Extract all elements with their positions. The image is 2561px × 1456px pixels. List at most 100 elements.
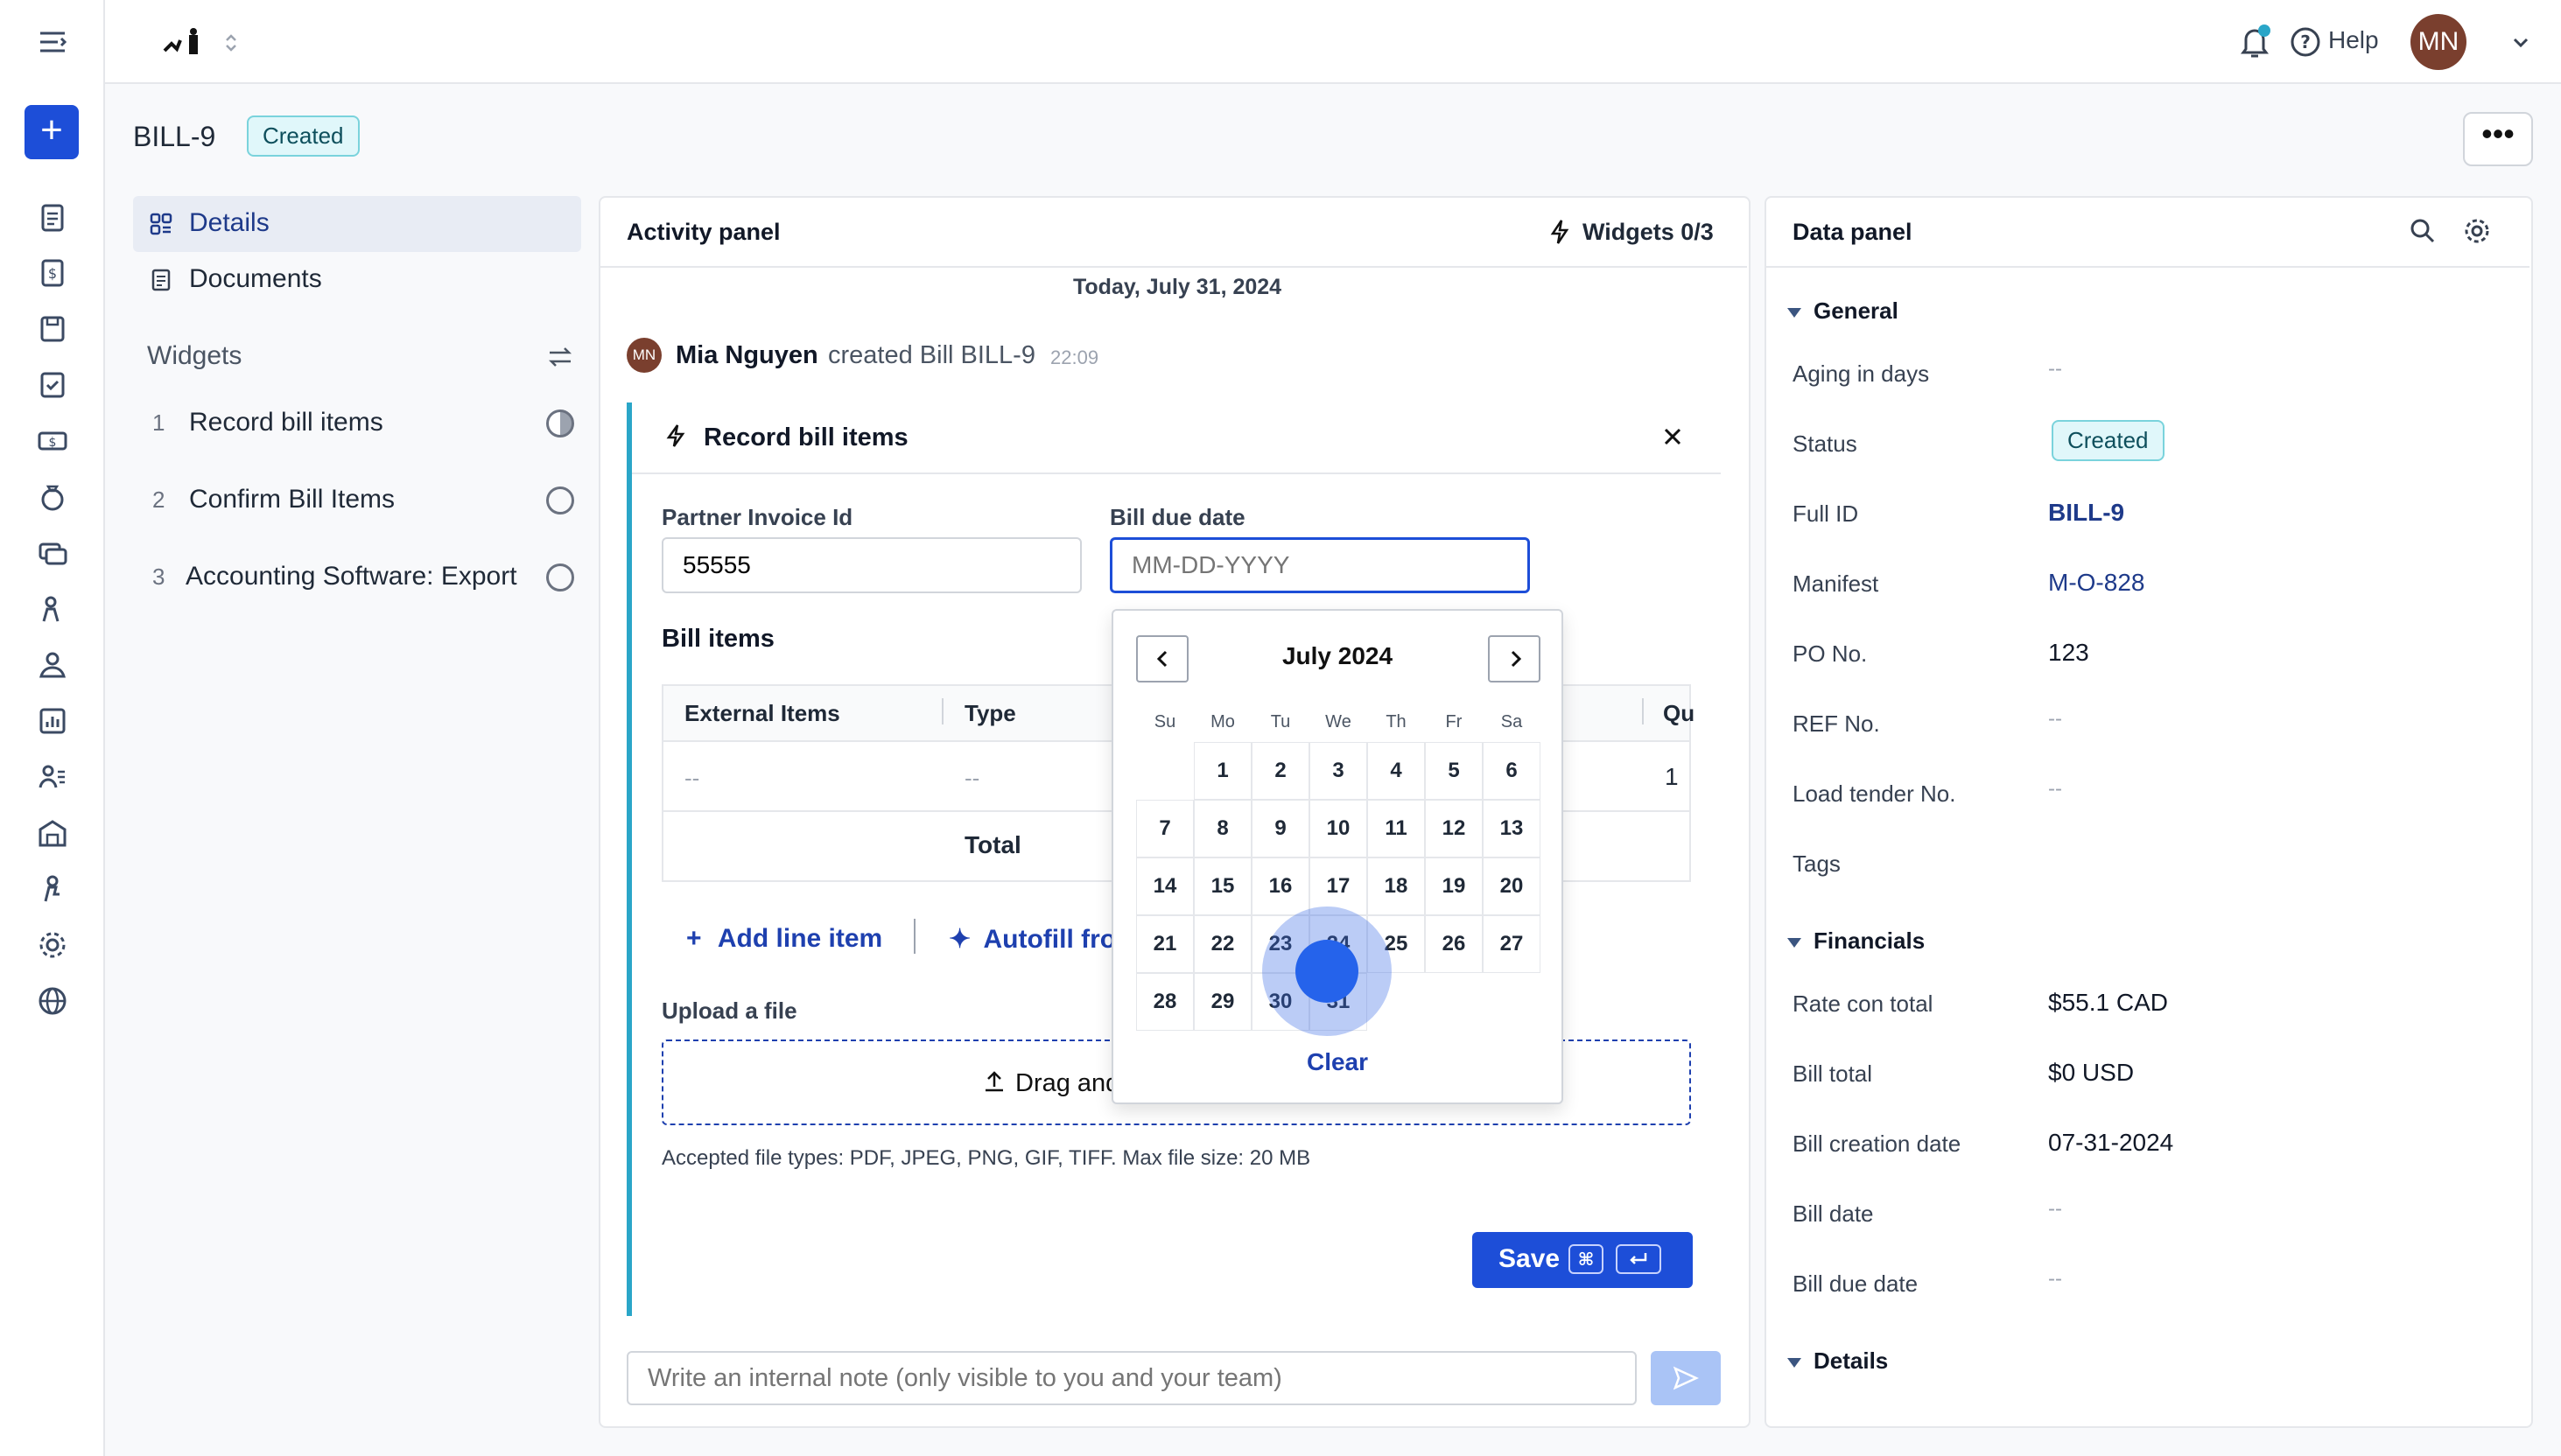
svg-text:?: ? bbox=[2300, 32, 2311, 52]
notification-bell-icon[interactable] bbox=[2235, 23, 2274, 61]
users-icon[interactable] bbox=[35, 648, 70, 682]
avatar[interactable]: MN bbox=[2410, 14, 2466, 70]
partner-invoice-label: Partner Invoice Id bbox=[662, 504, 853, 530]
close-icon[interactable] bbox=[1661, 425, 1684, 448]
tab-details[interactable]: Details bbox=[133, 196, 581, 252]
general-section-toggle[interactable]: General bbox=[1787, 298, 1898, 325]
reports-icon[interactable] bbox=[35, 704, 70, 738]
details-section-toggle[interactable]: Details bbox=[1787, 1348, 1888, 1375]
clear-date-button[interactable]: Clear bbox=[1113, 1048, 1561, 1076]
clipboard-icon[interactable] bbox=[35, 200, 70, 234]
add-line-item-button[interactable]: + Add line item bbox=[686, 924, 882, 954]
calendar-day[interactable]: 28 bbox=[1136, 973, 1194, 1031]
calendar-day[interactable]: 10 bbox=[1309, 800, 1367, 858]
field-value-link[interactable]: M-O-828 bbox=[2048, 569, 2144, 597]
calendar-day[interactable]: 13 bbox=[1483, 800, 1540, 858]
field-value: 123 bbox=[2048, 639, 2089, 666]
calendar-day[interactable]: 11 bbox=[1367, 800, 1425, 858]
calendar-day[interactable]: 26 bbox=[1425, 915, 1483, 973]
settings-gear-icon[interactable] bbox=[2461, 215, 2493, 247]
calendar-day[interactable]: 7 bbox=[1136, 800, 1194, 858]
widget-item-accounting-export[interactable]: 3 Accounting Software: Export... bbox=[152, 553, 581, 606]
chevron-down-icon[interactable] bbox=[2510, 32, 2531, 52]
invoice-dollar-icon[interactable]: $ bbox=[35, 256, 70, 290]
status-badge: Created bbox=[2052, 420, 2165, 461]
gear-icon[interactable] bbox=[35, 928, 70, 962]
calendar-day[interactable]: 20 bbox=[1483, 858, 1540, 915]
command-key-icon: ⌘ bbox=[1568, 1244, 1603, 1274]
calendar-day[interactable]: 15 bbox=[1194, 858, 1252, 915]
globe-icon[interactable] bbox=[35, 984, 70, 1018]
widget-item-confirm-bill-items[interactable]: 2 Confirm Bill Items bbox=[152, 476, 581, 528]
calendar-day[interactable]: 8 bbox=[1194, 800, 1252, 858]
workspace-switch-icon[interactable] bbox=[222, 32, 240, 54]
calendar-day[interactable]: 16 bbox=[1252, 858, 1309, 915]
warehouse-icon[interactable] bbox=[35, 816, 70, 850]
create-new-button[interactable]: + bbox=[25, 105, 79, 159]
payments-icon[interactable] bbox=[35, 536, 70, 570]
section-title: Financials bbox=[1814, 928, 1926, 954]
calendar-day[interactable]: 21 bbox=[1136, 915, 1194, 973]
menu-collapse-icon[interactable] bbox=[35, 24, 70, 60]
send-note-button[interactable] bbox=[1651, 1351, 1721, 1405]
field-label: Manifest bbox=[1793, 570, 1879, 597]
financials-section-toggle[interactable]: Financials bbox=[1787, 928, 1925, 955]
contacts-icon[interactable] bbox=[35, 760, 70, 794]
weekday-label: Tu bbox=[1270, 712, 1291, 732]
calendar-day[interactable]: 9 bbox=[1252, 800, 1309, 858]
widgets-count: Widgets 0/3 bbox=[1582, 219, 1714, 245]
driver-icon[interactable] bbox=[35, 592, 70, 626]
table-cell: 1 bbox=[1665, 763, 1679, 790]
caret-down-icon bbox=[1787, 1357, 1801, 1368]
widget-number: 2 bbox=[152, 486, 165, 513]
money-bag-icon[interactable] bbox=[35, 480, 70, 514]
caret-down-icon bbox=[1787, 937, 1801, 948]
status-circle-icon bbox=[546, 486, 574, 514]
calendar-day[interactable]: 4 bbox=[1367, 742, 1425, 800]
search-icon[interactable] bbox=[2409, 217, 2437, 245]
calendar-day[interactable]: 6 bbox=[1483, 742, 1540, 800]
calendar-day[interactable]: 14 bbox=[1136, 858, 1194, 915]
tab-documents[interactable]: Documents bbox=[133, 252, 581, 308]
calendar-day[interactable]: 29 bbox=[1194, 973, 1252, 1031]
calendar-empty-cell bbox=[1483, 973, 1540, 1031]
upload-label: Upload a file bbox=[662, 998, 797, 1024]
field-value: -- bbox=[2048, 357, 2062, 381]
weekday-label: Mo bbox=[1210, 712, 1235, 732]
calendar-day[interactable]: 5 bbox=[1425, 742, 1483, 800]
calendar-day[interactable]: 1 bbox=[1194, 742, 1252, 800]
swap-icon[interactable] bbox=[546, 343, 574, 371]
next-month-button[interactable] bbox=[1488, 635, 1540, 682]
autofill-button[interactable]: ✦ Autofill fro bbox=[949, 924, 1112, 955]
calendar-day[interactable]: 22 bbox=[1194, 915, 1252, 973]
plus-icon: + bbox=[686, 924, 702, 953]
field-value: -- bbox=[2048, 707, 2062, 731]
column-divider bbox=[942, 698, 944, 724]
save-document-icon[interactable] bbox=[35, 312, 70, 346]
event-action: created Bill BILL-9 bbox=[828, 341, 1035, 369]
partner-invoice-input[interactable] bbox=[662, 537, 1082, 593]
widget-item-record-bill-items[interactable]: 1 Record bill items bbox=[152, 399, 581, 452]
field-label: Load tender No. bbox=[1793, 780, 1956, 807]
calendar-day[interactable]: 19 bbox=[1425, 858, 1483, 915]
save-button[interactable]: Save ⌘ bbox=[1472, 1232, 1693, 1288]
calendar-day[interactable]: 18 bbox=[1367, 858, 1425, 915]
calendar-day[interactable]: 27 bbox=[1483, 915, 1540, 973]
calendar-day[interactable]: 12 bbox=[1425, 800, 1483, 858]
help-icon[interactable]: ? bbox=[2290, 26, 2321, 58]
internal-note-input[interactable] bbox=[627, 1351, 1637, 1405]
cash-icon[interactable]: $ bbox=[35, 424, 70, 458]
more-actions-button[interactable]: ••• bbox=[2463, 112, 2533, 166]
help-link[interactable]: Help bbox=[2328, 26, 2379, 54]
company-logo-icon[interactable] bbox=[163, 26, 212, 58]
checklist-icon[interactable] bbox=[35, 368, 70, 402]
widget-label: Accounting Software: Export... bbox=[186, 562, 518, 591]
field-value: $0 USD bbox=[2048, 1059, 2135, 1086]
field-value-link[interactable]: BILL-9 bbox=[2048, 499, 2124, 527]
save-label: Save bbox=[1498, 1244, 1561, 1273]
event-user[interactable]: Mia Nguyen bbox=[676, 341, 818, 370]
calendar-day[interactable]: 3 bbox=[1309, 742, 1367, 800]
carrier-icon[interactable] bbox=[35, 872, 70, 906]
calendar-day[interactable]: 2 bbox=[1252, 742, 1309, 800]
bill-due-date-input[interactable] bbox=[1110, 537, 1530, 593]
